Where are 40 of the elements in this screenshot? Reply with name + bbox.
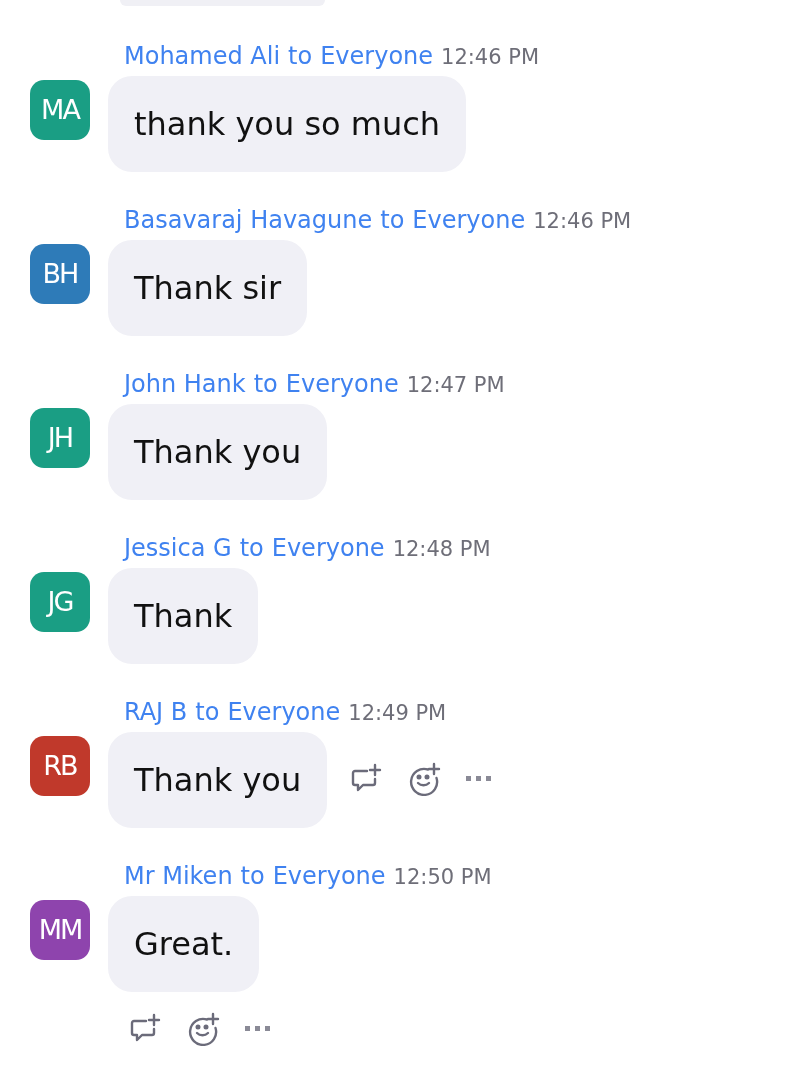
to-label: to: [288, 41, 313, 72]
sender-name: RAJ B: [124, 697, 188, 728]
to-label: to: [240, 861, 265, 892]
message-bubble: thank you so much: [108, 76, 467, 172]
message-time: 12:46 PM: [533, 208, 632, 235]
sender-name: John Hank: [124, 369, 246, 400]
avatar: MM: [30, 900, 90, 960]
recipient-name: Everyone: [285, 369, 399, 400]
message-bubble: Thank: [108, 568, 259, 664]
message-bubble: Thank you: [108, 732, 328, 828]
avatar: MA: [30, 80, 90, 140]
avatar: JH: [30, 408, 90, 468]
avatar: BH: [30, 244, 90, 304]
add-reaction-icon[interactable]: [186, 1012, 220, 1046]
recipient-name: Everyone: [271, 533, 385, 564]
to-label: to: [195, 697, 220, 728]
more-icon[interactable]: [465, 775, 494, 783]
add-reaction-icon[interactable]: [407, 762, 442, 796]
recipient-name: Everyone: [412, 205, 526, 236]
avatar: JG: [30, 572, 90, 632]
sender-name: Jessica G: [124, 533, 232, 564]
message-bubble: Great.: [108, 896, 260, 992]
recipient-name: Everyone: [272, 861, 386, 892]
message-time: 12:47 PM: [406, 372, 505, 399]
message-time: 12:50 PM: [393, 864, 492, 891]
message-bubble: Thank sir: [108, 240, 308, 336]
avatar: RB: [30, 736, 90, 796]
message-time: 12:49 PM: [348, 700, 447, 727]
sender-name: Basavaraj Havagune: [124, 205, 373, 236]
to-label: to: [253, 369, 278, 400]
more-icon[interactable]: [244, 1025, 272, 1033]
message-time: 12:46 PM: [441, 44, 540, 71]
sender-name: Mr Miken: [124, 861, 233, 892]
recipient-name: Everyone: [320, 41, 434, 72]
message-time: 12:48 PM: [392, 536, 491, 563]
sender-name: Mohamed Ali: [124, 41, 281, 72]
to-label: to: [380, 205, 405, 236]
message-bubble: Thank you: [108, 404, 328, 500]
to-label: to: [239, 533, 264, 564]
recipient-name: Everyone: [227, 697, 341, 728]
